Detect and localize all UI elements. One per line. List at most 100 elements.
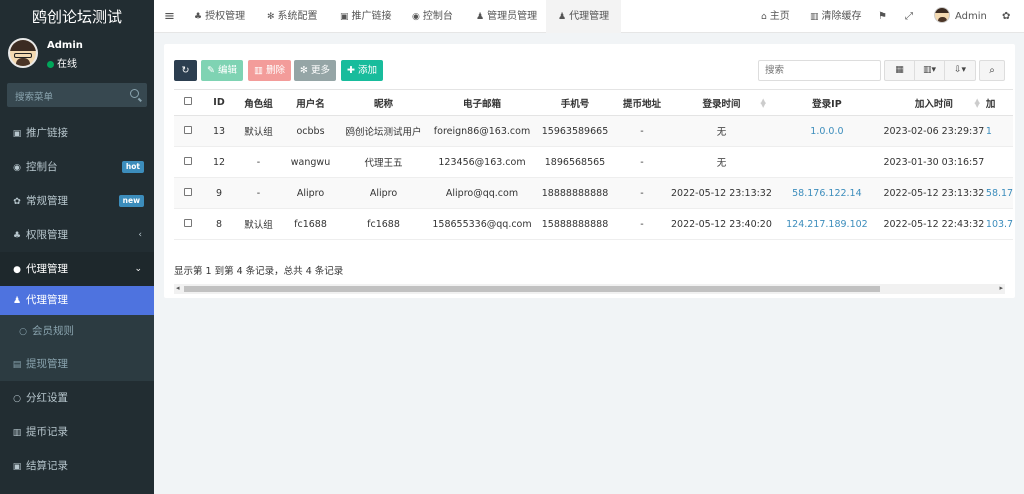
cell-role: 默认组 — [236, 208, 281, 240]
cell-email: foreign86@163.com — [427, 115, 537, 147]
avatar — [8, 38, 38, 68]
sidebar-item-settlement[interactable]: ▣ 结算记录 — [0, 449, 154, 483]
fullscreen-icon[interactable]: ⤢ — [905, 0, 913, 33]
cell-login-ip[interactable]: 1.0.0.0 — [771, 115, 882, 147]
sidebar-item-promo-link[interactable]: ▣ 推广链接 — [0, 116, 154, 150]
col-id[interactable]: ID — [202, 89, 236, 116]
horizontal-scrollbar[interactable]: ◂ ▸ — [174, 284, 1005, 294]
col-coin-address[interactable]: 提币地址 — [613, 89, 671, 116]
tab-promo-link[interactable]: ▣ 推广链接 — [340, 0, 392, 33]
col-username[interactable]: 用户名 — [281, 89, 340, 116]
edit-button[interactable]: ✎ 编辑 — [201, 60, 243, 81]
search-input[interactable] — [759, 61, 880, 80]
cell-phone: 15963589665 — [537, 115, 613, 147]
col-join-time[interactable]: 加入时间 ▲ ▼ — [881, 89, 986, 116]
cell-coin-address: - — [613, 177, 671, 209]
hot-badge: hot — [121, 161, 144, 173]
cell-login-ip[interactable] — [771, 146, 882, 178]
cell-login-time: 无 — [671, 146, 772, 178]
menu-search-placeholder: 搜索菜单 — [15, 92, 54, 103]
tab-auth[interactable]: ♣ 授权管理 — [194, 0, 245, 33]
row-checkbox[interactable] — [174, 146, 202, 178]
sidebar-item-label: 分红设置 — [26, 392, 68, 404]
cell-username: fc1688 — [281, 208, 340, 240]
table-row[interactable]: 13 默认组 ocbbs 鸥创论坛测试用户 foreign86@163.com … — [174, 115, 1014, 147]
user-icon: ♟ — [558, 12, 567, 22]
sidebar-item-label: 提现管理 — [26, 358, 68, 370]
cell-more[interactable]: 58.17 — [985, 177, 1014, 209]
table-row[interactable]: 9 - Alipro Alipro Alipro@qq.com 18888888… — [174, 177, 1014, 209]
menu-toggle-icon[interactable]: ≡ — [164, 0, 175, 33]
sidebar-item-member-rules[interactable]: ○ 会员规则 — [0, 315, 154, 348]
tab-label: 管理员管理 — [487, 11, 538, 22]
user-circle-icon: ● — [13, 265, 21, 275]
add-button[interactable]: ✚ 添加 — [341, 60, 383, 81]
cell-role: 默认组 — [236, 115, 281, 147]
scrollbar-thumb[interactable] — [184, 286, 880, 292]
columns-icon[interactable]: ▥▾ — [915, 61, 945, 80]
brand-title[interactable]: 鸥创论坛测试 — [0, 0, 154, 34]
table-row[interactable]: 8 默认组 fc1688 fc1688 158655336@qq.com 158… — [174, 208, 1014, 240]
export-icon[interactable]: ⇩▾ — [945, 61, 975, 80]
row-checkbox[interactable] — [174, 208, 202, 240]
delete-button[interactable]: ▥ 删除 — [248, 60, 292, 81]
col-login-ip[interactable]: 登录IP — [771, 89, 882, 116]
cell-login-ip[interactable]: 124.217.189.102 — [771, 208, 882, 240]
cell-login-ip[interactable]: 58.176.122.14 — [771, 177, 882, 209]
col-nickname[interactable]: 昵称 — [340, 89, 427, 116]
search-icon[interactable] — [130, 89, 139, 98]
sort-icon: ▲ ▼ — [760, 97, 766, 109]
col-phone[interactable]: 手机号 — [537, 89, 613, 116]
menu-search-input[interactable]: 搜索菜单 — [7, 83, 147, 107]
sidebar-item-agent-manage[interactable]: ♟ 代理管理 — [0, 286, 154, 315]
cell-join-time: 2022-05-12 22:43:32 — [881, 208, 986, 240]
user-icon: ♟ — [476, 12, 485, 22]
scroll-left-icon[interactable]: ◂ — [176, 284, 180, 292]
sidebar-item-coin-records[interactable]: ▥ 提币记录 — [0, 415, 154, 449]
cell-more[interactable]: 103.7 — [985, 208, 1014, 240]
language-icon[interactable]: ⚑ — [878, 0, 887, 33]
home-link[interactable]: ⌂ 主页 — [761, 0, 790, 33]
select-all-checkbox[interactable] — [174, 89, 202, 116]
circle-icon: ○ — [13, 394, 21, 404]
plus-icon: ✚ — [347, 65, 358, 76]
sidebar-item-dividend[interactable]: ○ 分红设置 — [0, 381, 154, 415]
table-row[interactable]: 12 - wangwu 代理王五 123456@163.com 18965685… — [174, 146, 1014, 178]
col-more[interactable]: 加 — [985, 89, 1014, 116]
col-email[interactable]: 电子邮箱 — [427, 89, 537, 116]
list-icon: ▤ — [12, 360, 22, 370]
sidebar-item-withdraw[interactable]: ▤ 提现管理 — [0, 348, 154, 381]
cell-more[interactable] — [985, 146, 1014, 178]
cell-nickname: 鸥创论坛测试用户 — [340, 115, 427, 147]
cell-email: 123456@163.com — [427, 146, 537, 178]
sidebar-item-dashboard[interactable]: ◉ 控制台 hot — [0, 150, 154, 184]
scroll-right-icon[interactable]: ▸ — [999, 284, 1003, 292]
tab-admin-manage[interactable]: ♟ 管理员管理 — [476, 0, 537, 33]
table-tools: ▦ ▥▾ ⇩▾ — [884, 60, 976, 81]
clear-cache-button[interactable]: ▥ 清除缓存 — [810, 0, 862, 33]
topbar: ≡ ♣ 授权管理 ✻ 系统配置 ▣ 推广链接 ◉ 控制台 ♟ 管理员管理 ♟ 代理管理 ⌂ 主… — [154, 0, 1024, 33]
admin-menu[interactable]: Admin — [934, 0, 987, 33]
row-checkbox[interactable] — [174, 177, 202, 209]
sidebar-item-general[interactable]: ✿ 常规管理 new — [0, 184, 154, 218]
sidebar-item-permissions[interactable]: ♣ 权限管理 ‹ — [0, 218, 154, 252]
cell-id: 8 — [202, 208, 236, 240]
cell-more[interactable]: 1 — [985, 115, 1014, 147]
main-panel: ↻ ✎ 编辑 ▥ 删除 ✻ 更多 ✚ 添加 ▦▥▾⇩▾ ⌕ ID 角色组 用户名… — [164, 44, 1015, 298]
tab-dashboard[interactable]: ◉ 控制台 — [412, 0, 453, 33]
table-header-row: ID 角色组 用户名 昵称 电子邮箱 手机号 提币地址 登录时间 ▲ ▼ 登录IP … — [174, 89, 1014, 116]
tab-system-config[interactable]: ✻ 系统配置 — [267, 0, 318, 33]
clear-cache-label: 清除缓存 — [821, 11, 862, 22]
card-view-icon[interactable]: ▦ — [885, 61, 915, 80]
row-checkbox[interactable] — [174, 115, 202, 147]
more-label: 更多 — [310, 65, 330, 76]
more-button[interactable]: ✻ 更多 — [294, 60, 336, 81]
refresh-button[interactable]: ↻ — [174, 60, 197, 81]
col-label: 登录时间 — [702, 98, 741, 110]
col-role-group[interactable]: 角色组 — [236, 89, 281, 116]
settings-icon[interactable]: ✿ — [1002, 0, 1010, 33]
tab-agent-manage[interactable]: ♟ 代理管理 — [546, 0, 622, 33]
col-login-time[interactable]: 登录时间 ▲ ▼ — [671, 89, 772, 116]
advanced-search-icon[interactable]: ⌕ — [979, 60, 1005, 81]
sidebar-item-agent-group[interactable]: ● 代理管理 ⌄ — [0, 252, 154, 286]
